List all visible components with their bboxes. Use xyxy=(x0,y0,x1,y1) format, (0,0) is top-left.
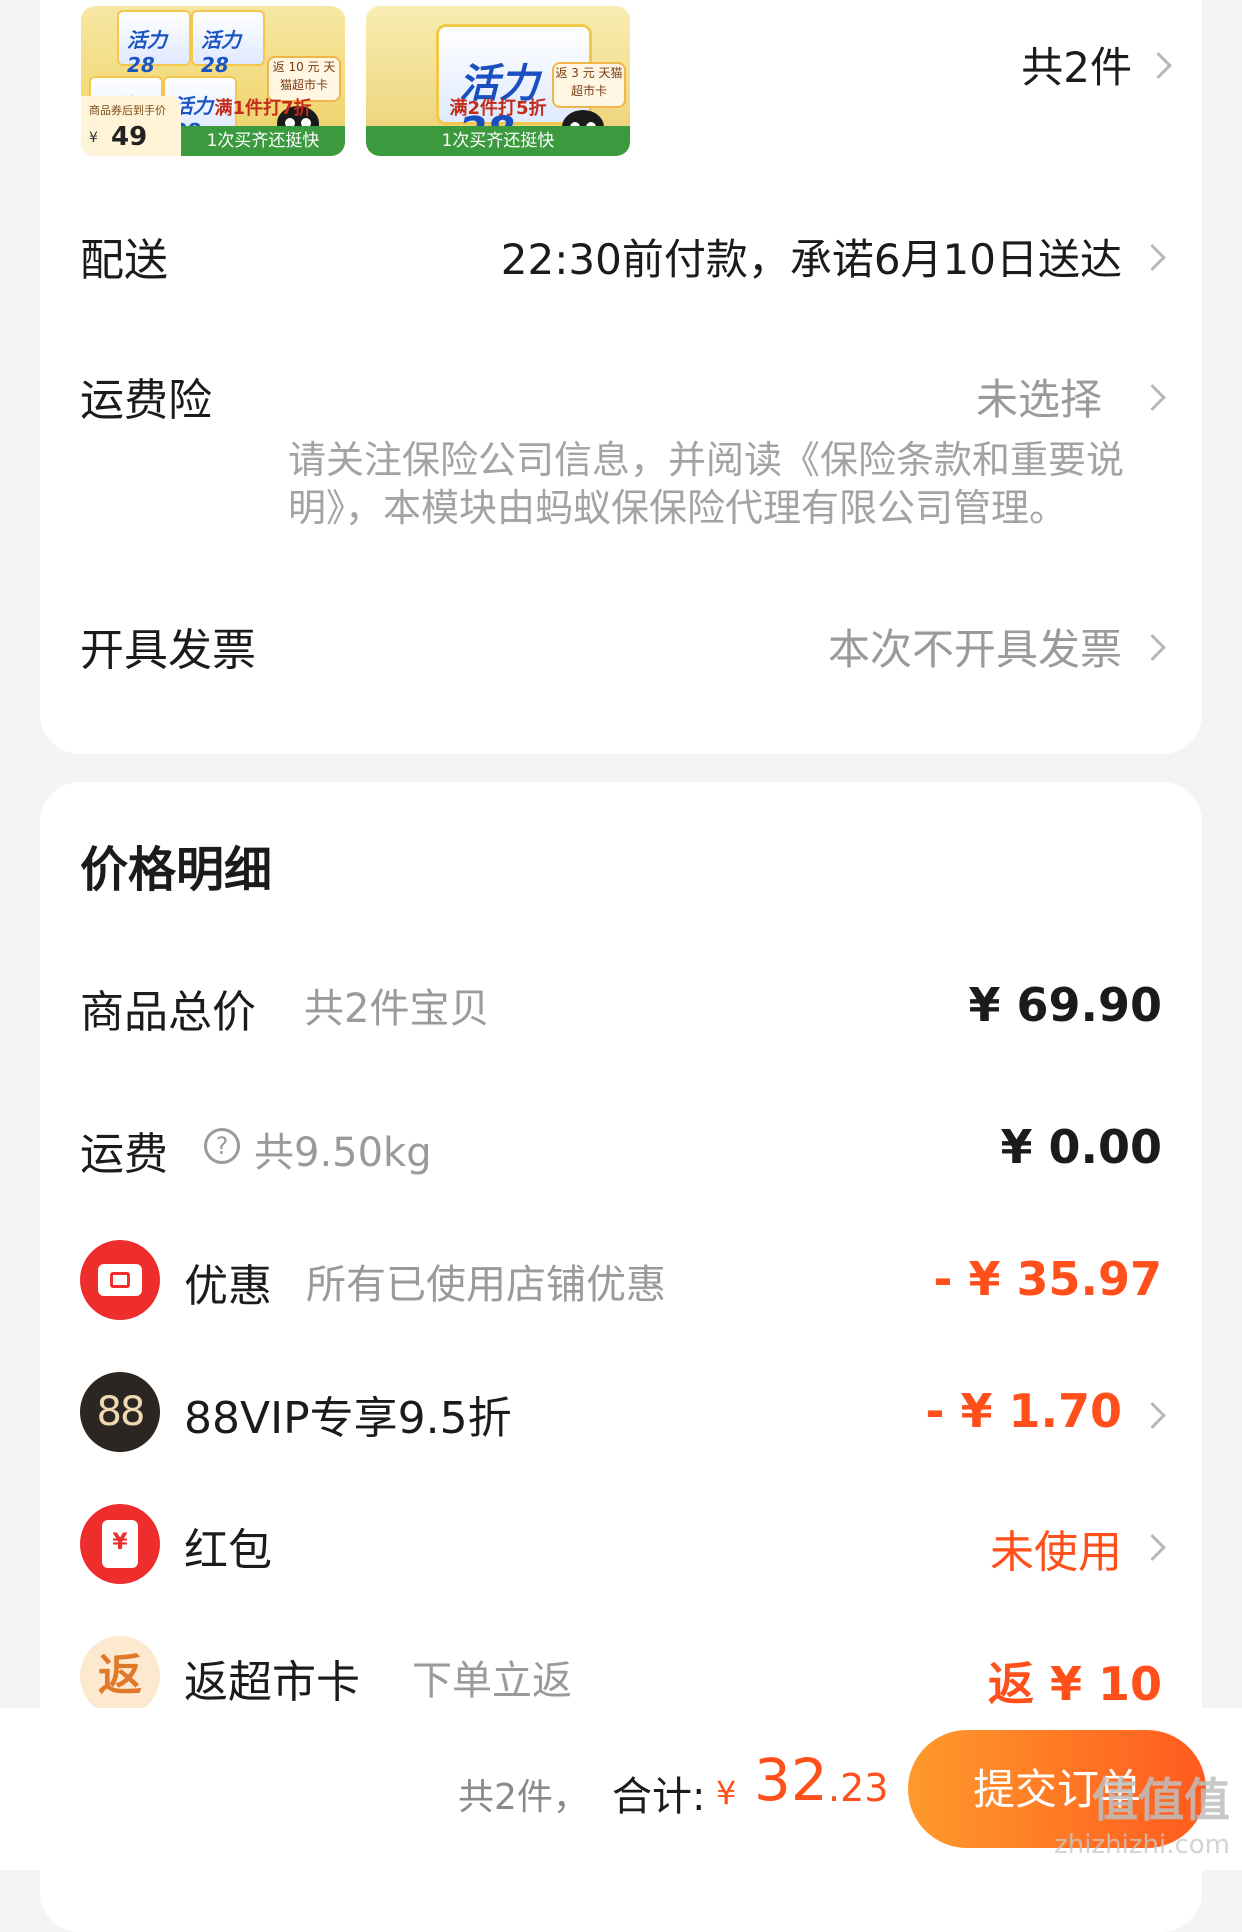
chevron-right-icon xyxy=(1139,1534,1166,1561)
goods-total-row: 商品总价 共2件宝贝 ¥ 69.90 xyxy=(40,962,1202,1052)
discount-label: 优惠 xyxy=(184,1261,272,1312)
promo-discount-text: 满2件打5折 xyxy=(449,98,547,119)
total-amount-decimal: .23 xyxy=(828,1766,889,1810)
coupon-icon xyxy=(80,1240,160,1320)
rebate-icon: 返 xyxy=(80,1636,160,1716)
discount-sub: 所有已使用店铺优惠 xyxy=(306,1262,666,1308)
promo-strip-text: 1次买齐还挺快 xyxy=(366,126,630,156)
price-detail-title: 价格明细 xyxy=(80,842,273,898)
goods-total-amount: ¥ 69.90 xyxy=(968,978,1162,1032)
rebate-card-label: 返超市卡 xyxy=(184,1657,360,1708)
shipping-insurance-value: 未选择 xyxy=(975,375,1102,424)
goods-total-label: 商品总价 xyxy=(80,987,256,1038)
total-amount-integer: 32 xyxy=(754,1746,828,1814)
promo-discount-text: 满1件打7折 xyxy=(214,98,312,119)
rebate-card-amount: 返 ¥ 10 xyxy=(987,1657,1162,1711)
vip-discount-amount: - ¥ 1.70 xyxy=(925,1384,1122,1438)
vip-discount-row[interactable]: 88 88VIP专享9.5折 - ¥ 1.70 xyxy=(40,1368,1202,1458)
red-packet-value: 未使用 xyxy=(990,1527,1122,1578)
help-icon[interactable]: ? xyxy=(204,1128,240,1164)
total-currency: ¥ xyxy=(716,1774,737,1812)
watermark: 值值值 zhizhizhi.com xyxy=(1054,1764,1230,1860)
chevron-right-icon xyxy=(1139,384,1166,411)
checkout-item-count: 共2件， xyxy=(458,1777,589,1818)
price-chip-value: 49 xyxy=(111,122,148,152)
invoice-row[interactable]: 开具发票 本次不开具发票 xyxy=(40,600,1202,690)
delivery-row[interactable]: 配送 22:30前付款，承诺6月10日送达 xyxy=(40,210,1202,300)
shipping-fee-label: 运费 xyxy=(80,1129,168,1180)
shipping-insurance-label: 运费险 xyxy=(80,375,212,426)
chevron-right-icon xyxy=(1139,244,1166,271)
order-info-card: 活力28 活力28 活力28 活力28 返 10 元 天猫超市卡 商品券后到手价… xyxy=(40,0,1202,754)
product-pack-image: 活力28 xyxy=(191,10,265,77)
pack-brand-text: 活力28 xyxy=(201,28,241,77)
delivery-value: 22:30前付款，承诺6月10日送达 xyxy=(500,235,1122,284)
delivery-label: 配送 xyxy=(80,235,168,286)
red-packet-row[interactable]: ¥ 红包 未使用 xyxy=(40,1500,1202,1590)
vip-label: 88VIP专享9.5折 xyxy=(184,1393,512,1444)
shipping-fee-amount: ¥ 0.00 xyxy=(1000,1120,1162,1174)
invoice-value: 本次不开具发票 xyxy=(827,625,1122,674)
shipping-insurance-row[interactable]: 运费险 未选择 xyxy=(40,350,1202,440)
shipping-weight: 共9.50kg xyxy=(254,1130,432,1176)
red-packet-icon: ¥ xyxy=(80,1504,160,1584)
item-count-link[interactable]: 共2件 xyxy=(972,30,1172,100)
watermark-logo: 值值值 xyxy=(1092,1773,1230,1827)
red-packet-label: 红包 xyxy=(184,1525,272,1576)
total-label: 合计: xyxy=(612,1774,706,1820)
invoice-label: 开具发票 xyxy=(80,625,256,676)
item-count-label: 共2件 xyxy=(1021,43,1132,92)
price-chip: 商品券后到手价 ¥ 49 xyxy=(81,96,181,156)
pack-brand-text: 活力28 xyxy=(127,28,167,77)
product-thumbnail-1[interactable]: 活力28 活力28 活力28 活力28 返 10 元 天猫超市卡 商品券后到手价… xyxy=(81,6,345,156)
chevron-right-icon xyxy=(1139,1402,1166,1429)
discount-amount: - ¥ 35.97 xyxy=(933,1252,1162,1306)
product-pack-image: 活力28 xyxy=(117,10,191,77)
product-thumbnail-2[interactable]: 活力28 返 3 元 天猫超市卡 满2件打5折 1次买齐还挺快 xyxy=(366,6,630,156)
promo-strip-text: 1次买齐还挺快 xyxy=(181,126,345,156)
price-chip-currency: ¥ xyxy=(89,130,98,146)
checkout-bar: 共2件， 合计: ¥ 32 .23 提交订单 值值值 zhizhizhi.com xyxy=(0,1708,1242,1870)
insurance-notice: 请关注保险公司信息，并阅读《保险条款和重要说明》，本模块由蚂蚁保保险代理有限公司… xyxy=(288,438,1125,530)
shipping-fee-row: 运费 ? 共9.50kg ¥ 0.00 xyxy=(40,1104,1202,1194)
vip-88-icon: 88 xyxy=(80,1372,160,1452)
chevron-right-icon xyxy=(1139,634,1166,661)
chevron-right-icon xyxy=(1145,52,1172,79)
rebate-card-sub: 下单立返 xyxy=(412,1658,572,1704)
red-packet-yen-glyph: ¥ xyxy=(112,1530,128,1555)
discount-row: 优惠 所有已使用店铺优惠 - ¥ 35.97 xyxy=(40,1236,1202,1326)
price-chip-label: 商品券后到手价 xyxy=(89,104,166,117)
watermark-text: zhizhizhi.com xyxy=(1054,1830,1230,1860)
goods-total-sub: 共2件宝贝 xyxy=(304,986,490,1032)
